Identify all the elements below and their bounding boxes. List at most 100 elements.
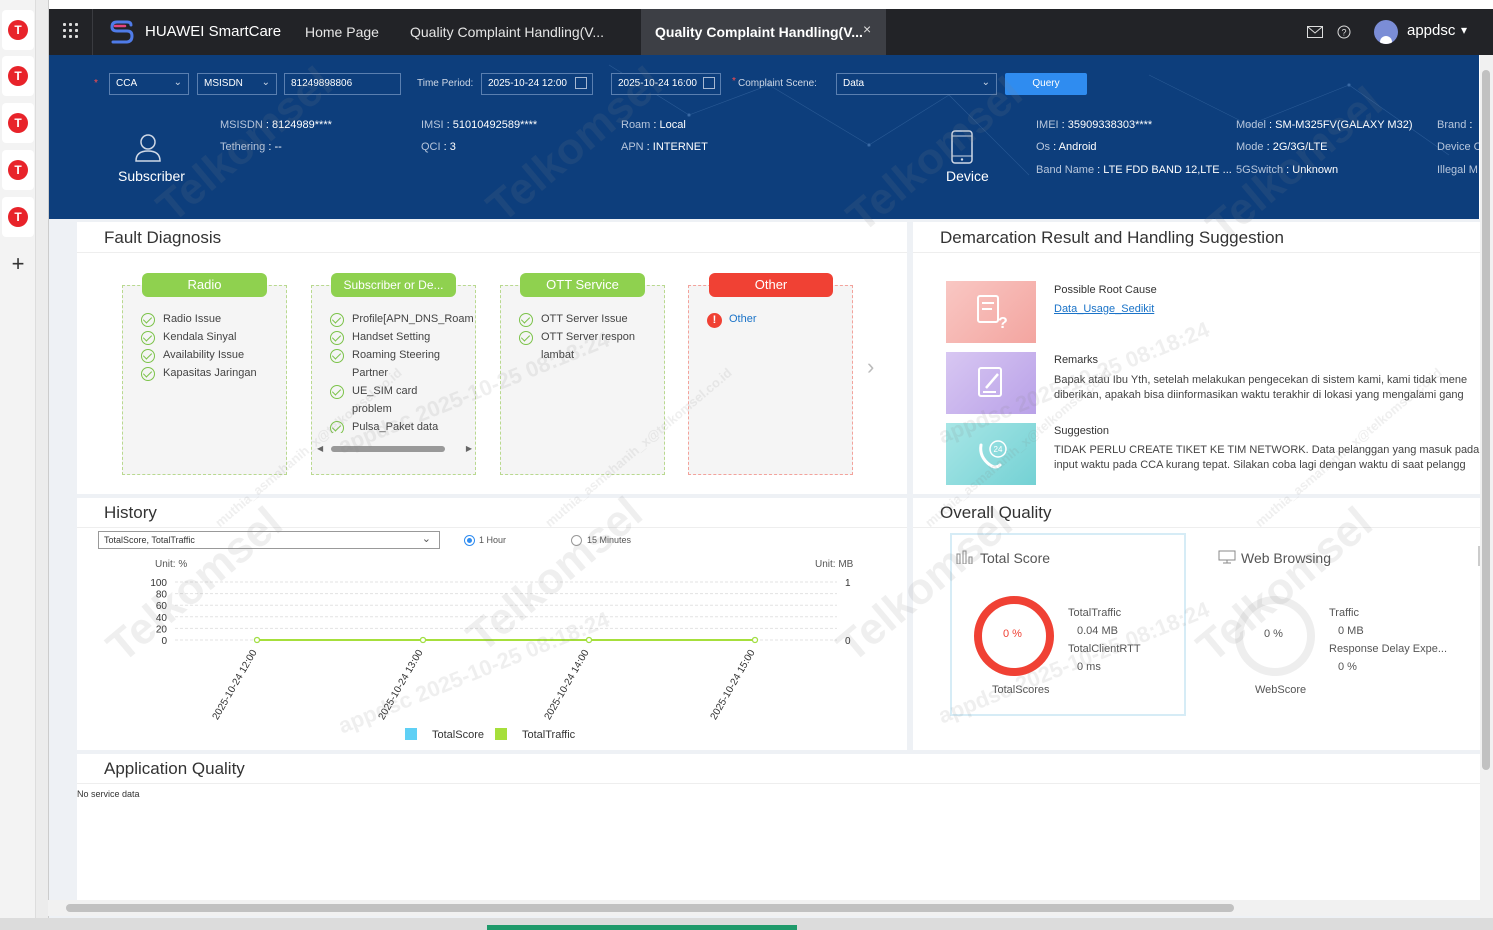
web-delay-label: Response Delay Expe... (1329, 643, 1448, 655)
complaint-scene-label: Complaint Scene: (738, 78, 817, 89)
dock-add-button[interactable]: + (2, 246, 34, 282)
illegal-field: Illegal M (1437, 164, 1478, 176)
left-tick-label: 40 (156, 613, 168, 624)
device-title: Device (946, 168, 989, 184)
data-point[interactable] (751, 636, 759, 644)
id-type-select[interactable]: MSISDN ⌄ (197, 73, 277, 95)
root-cause-label: Possible Root Cause (1054, 284, 1157, 296)
start-time-input[interactable]: 2025-10-24 12:00 (481, 73, 593, 95)
device-c-field: Device C (1437, 141, 1479, 153)
legend-swatch[interactable] (405, 728, 417, 740)
user-name[interactable]: appdsc (1407, 22, 1455, 39)
remarks-line-2: diberikan, apakah bisa diinformasikan wa… (1054, 389, 1464, 401)
channel-select[interactable]: CCA ⌄ (109, 73, 189, 95)
tethering-field: Tethering : -- (220, 141, 282, 153)
dock-app-telkomsel-1[interactable]: T (2, 10, 34, 50)
dock-app-telkomsel-5[interactable]: T (2, 197, 34, 237)
dock-app-telkomsel-2[interactable]: T (2, 56, 34, 96)
calendar-icon[interactable] (703, 77, 715, 89)
fault-item-label: lambat (541, 349, 575, 361)
model-key: Model (1236, 119, 1266, 131)
mail-icon[interactable] (1307, 26, 1323, 38)
user-avatar[interactable] (1374, 20, 1398, 44)
calendar-icon[interactable] (575, 77, 587, 89)
dock-app-telkomsel-3[interactable]: T (2, 103, 34, 143)
card-horizontal-scrollbar[interactable]: ◀ ▶ (317, 444, 472, 454)
os-value: Android (1058, 141, 1097, 153)
right-tick-label: 0 (845, 636, 851, 647)
nav-quality-complaint-tab[interactable]: Quality Complaint Handling(V... (410, 24, 604, 40)
radio-15-minutes[interactable] (571, 535, 582, 546)
vertical-scrollbar[interactable] (1480, 55, 1493, 918)
close-tab-icon[interactable]: × (863, 21, 871, 37)
total-score-percent: 0 % (1003, 628, 1022, 640)
svg-text:24: 24 (994, 445, 1003, 454)
right-tick-label: 1 (845, 578, 851, 589)
mode-field: Mode : 2G/3G/LTE (1236, 141, 1328, 153)
fault-diagnosis-panel: Fault Diagnosis Radio Radio Issue Kendal… (77, 222, 907, 494)
horizontal-scrollbar[interactable] (48, 900, 1480, 916)
web-traffic-value: 0 MB (1338, 625, 1364, 637)
subscriber-title: Subscriber (118, 168, 185, 184)
legend-label[interactable]: TotalScore (432, 729, 484, 741)
channel-select-value: CCA (116, 78, 138, 89)
id-type-select-value: MSISDN (204, 78, 243, 89)
radio-15-minutes-label: 15 Minutes (587, 535, 632, 545)
fault-item-label: Roaming Steering (352, 349, 441, 361)
fault-item-other[interactable]: ! Other (707, 313, 757, 328)
web-delay-value: 0 % (1338, 661, 1357, 673)
imei-key: IMEI (1036, 119, 1059, 131)
total-rtt-label: TotalClientRTT (1068, 643, 1141, 655)
check-circle-icon (330, 421, 344, 433)
data-point[interactable] (419, 636, 427, 644)
fault-item: Availability Issue (141, 349, 244, 363)
fault-item: OTT Server respon (519, 331, 635, 345)
nav-home-page[interactable]: Home Page (305, 24, 379, 40)
scroll-thumb[interactable] (1482, 70, 1490, 770)
data-point[interactable] (253, 636, 261, 644)
chevron-right-icon[interactable]: › (867, 354, 874, 380)
check-circle-icon (330, 331, 344, 345)
tab-quality-complaint-active[interactable]: Quality Complaint Handling(V... × (641, 9, 886, 55)
legend-label[interactable]: TotalTraffic (522, 729, 576, 741)
telkomsel-icon: T (8, 66, 28, 86)
data-point[interactable] (585, 636, 593, 644)
fault-item-label: Partner (352, 367, 389, 379)
brand-field: Brand : (1437, 119, 1473, 131)
end-time-value: 2025-10-24 16:00 (618, 78, 697, 89)
check-circle-icon (330, 349, 344, 363)
qci-key: QCI (421, 141, 441, 153)
query-button[interactable]: Query (1005, 73, 1087, 95)
5g-switch-value: Unknown (1292, 164, 1339, 176)
help-icon[interactable]: ? (1337, 25, 1351, 39)
scroll-thumb[interactable] (66, 904, 1234, 912)
user-menu-caret-icon[interactable]: ▾ (1461, 23, 1467, 37)
complaint-scene-select[interactable]: Data ⌄ (836, 73, 997, 95)
suggestion-label: Suggestion (1054, 425, 1110, 437)
required-mark: * (732, 76, 736, 87)
check-circle-icon (141, 331, 155, 345)
check-circle-icon (141, 367, 155, 381)
root-cause-link[interactable]: Data_Usage_Sedikit (1054, 302, 1154, 317)
illegal-key: Illegal M (1437, 164, 1478, 176)
left-tick-label: 20 (156, 624, 168, 635)
fault-item: Radio Issue (141, 313, 221, 327)
smartcare-logo-icon (110, 20, 134, 44)
legend-swatch[interactable] (495, 728, 507, 740)
taskbar-progress (487, 925, 797, 930)
remarks-label: Remarks (1054, 354, 1099, 366)
radio-card-header: Radio (142, 273, 267, 297)
model-value: SM-M325FV(GALAXY M32) (1275, 119, 1413, 131)
5g-switch-field: 5GSwitch : Unknown (1236, 164, 1339, 176)
end-time-input[interactable]: 2025-10-24 16:00 (611, 73, 721, 95)
edit-document-icon (978, 367, 1002, 397)
x-tick-label: 2025-10-24 14:00 (543, 648, 592, 722)
apps-grid-icon[interactable] (63, 23, 79, 39)
ott-service-card-header: OTT Service (520, 273, 645, 297)
other-card-header: Other (709, 273, 833, 297)
metric-select[interactable]: TotalScore, TotalTraffic ⌄ (98, 531, 440, 549)
radio-1-hour[interactable] (464, 535, 475, 546)
dock-app-telkomsel-4[interactable]: T (2, 150, 34, 190)
msisdn-input[interactable]: 81249898806 (284, 73, 401, 95)
radio-1-hour-label: 1 Hour (479, 535, 507, 545)
